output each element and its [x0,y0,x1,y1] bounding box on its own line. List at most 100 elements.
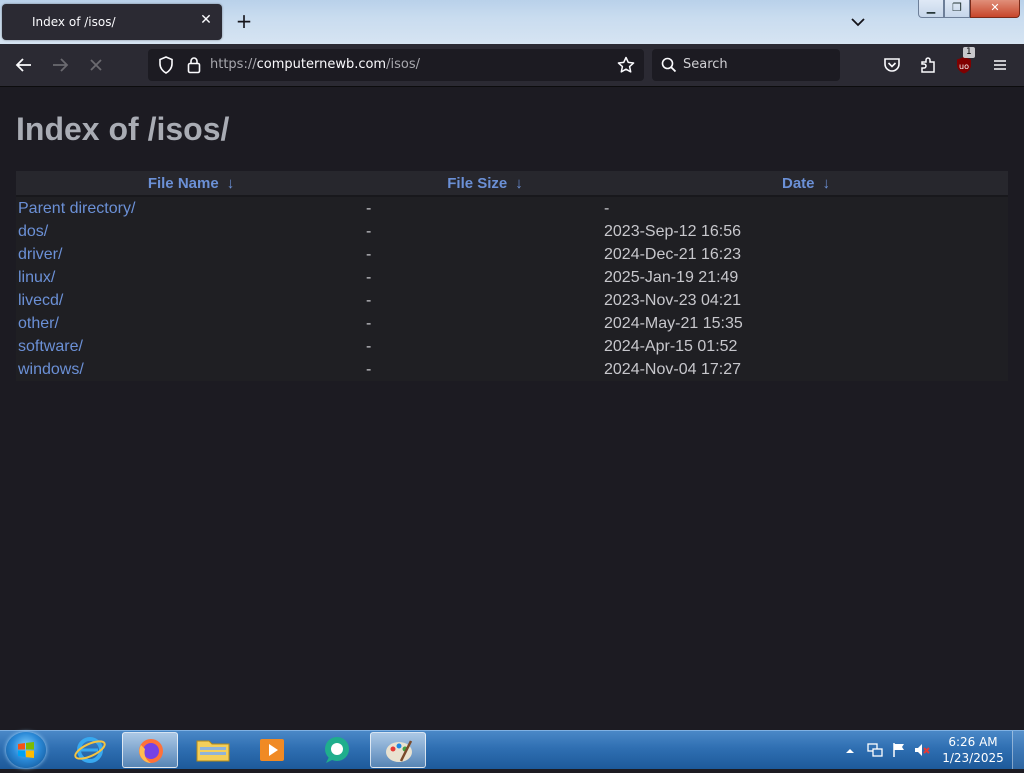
search-icon [661,57,677,73]
file-name-cell: driver/ [16,243,366,266]
file-name-cell: software/ [16,335,366,358]
file-date-cell: - [604,199,610,217]
network-icon[interactable] [866,741,884,759]
file-name-cell: Parent directory/ [16,196,366,220]
file-size: - [366,291,372,309]
file-name-cell: windows/ [16,358,366,381]
tracking-protection-shield-icon[interactable] [156,55,176,75]
file-size-cell: - [366,335,604,358]
extension-badge: 1 [963,47,975,58]
table-header-row: File Name ↓ File Size ↓ Date ↓ [16,171,1008,197]
file-name-cell: other/ [16,312,366,335]
file-size: - [366,337,372,355]
lock-icon[interactable] [184,55,204,75]
firefox-icon[interactable] [122,732,178,768]
clock-time: 6:26 AM [948,735,998,749]
maximize-icon[interactable]: ❐ [944,0,970,18]
tab-title: Index of /isos/ [32,15,116,29]
file-date-cell: 2023-Sep-12 16:56 [604,222,741,240]
table-row: dos/ - 2023-Sep-12 16:56 [16,220,1008,243]
file-size-cell: - [366,220,604,243]
file-date-cell: 2024-May-21 15:35 [604,314,743,332]
url-scheme: https:// [210,57,257,72]
table-row: Parent directory/ - - [16,196,1008,220]
table-row: other/ - 2024-May-21 15:35 [16,312,1008,335]
file-date-cell: 2023-Nov-23 04:21 [604,291,741,309]
svg-text:uo: uo [959,62,969,71]
file-size-cell: - [366,243,604,266]
show-desktop-button[interactable] [1012,731,1024,769]
file-date-cell: 2024-Apr-15 01:52 [604,337,738,355]
tab-close-icon[interactable]: ✕ [198,12,214,28]
column-label: File Size [447,174,508,192]
url-text[interactable]: https://computernewb.com/isos/ [210,57,420,72]
file-size-cell: - [366,358,604,381]
file-size-cell: - [366,289,604,312]
file-date-cell: 2025-Jan-19 21:49 [604,268,739,286]
file-size-cell: - [366,266,604,289]
internet-explorer-icon[interactable] [62,732,118,768]
file-link[interactable]: driver/ [18,246,62,263]
sort-arrow-icon: ↓ [822,174,831,192]
file-date-cell: 2024-Nov-04 17:27 [604,360,741,378]
column-label: Date [781,174,815,192]
column-header-file-size[interactable]: File Size ↓ [366,171,604,197]
page-title: Index of /isos/ [16,111,230,147]
media-player-icon[interactable] [244,732,300,768]
file-size: - [366,245,372,263]
taskbar-clock[interactable]: 6:26 AM 1/23/2025 [926,734,1020,766]
windows-taskbar: 6:26 AM 1/23/2025 [0,730,1024,769]
file-date-cell: 2024-Dec-21 16:23 [604,245,741,263]
clock-date: 1/23/2025 [942,751,1004,765]
start-button[interactable] [6,732,46,768]
column-label: File Name [147,174,219,192]
file-name-cell: linux/ [16,266,366,289]
new-tab-button[interactable]: + [234,10,254,32]
url-bar[interactable]: https://computernewb.com/isos/ [148,49,644,81]
url-host: computernewb.com [256,57,387,72]
file-link[interactable]: dos/ [18,223,48,240]
url-path: /isos/ [386,57,420,72]
pocket-icon[interactable] [881,54,903,76]
windows-logo-icon [18,742,34,758]
forward-icon[interactable] [49,54,71,76]
search-box[interactable]: Search [652,49,840,81]
action-center-flag-icon[interactable] [890,741,908,759]
directory-listing-table: File Name ↓ File Size ↓ Date ↓ Parent direc… [16,171,1008,381]
column-header-file-name[interactable]: File Name ↓ [16,171,366,197]
back-icon[interactable] [13,54,35,76]
table-row: driver/ - 2024-Dec-21 16:23 [16,243,1008,266]
file-name-cell: livecd/ [16,289,366,312]
file-size: - [366,268,372,286]
navigation-toolbar: https://computernewb.com/isos/ Search uo… [0,44,1024,87]
chat-icon[interactable] [309,732,365,768]
file-size: - [366,314,372,332]
window-controls: ▁ ❐ ✕ [918,0,1022,18]
browser-tab[interactable]: Index of /isos/ ✕ [2,4,222,40]
file-link[interactable]: livecd/ [18,292,63,309]
browser-titlebar: Index of /isos/ ✕ + ▁ ❐ ✕ [0,0,1024,44]
list-all-tabs-icon[interactable] [848,12,868,32]
file-link[interactable]: linux/ [18,269,55,286]
file-link[interactable]: Parent directory/ [18,200,135,217]
paint-icon[interactable] [370,732,426,768]
extensions-icon[interactable] [917,54,939,76]
minimize-icon[interactable]: ▁ [918,0,944,18]
ublock-origin-icon[interactable]: uo 1 [953,47,975,76]
file-link[interactable]: software/ [18,338,83,355]
table-row: windows/ - 2024-Nov-04 17:27 [16,358,1008,381]
show-hidden-icons-icon[interactable] [843,743,857,757]
search-placeholder: Search [683,57,728,72]
file-link[interactable]: other/ [18,315,59,332]
column-header-date[interactable]: Date ↓ [604,171,1008,197]
close-window-icon[interactable]: ✕ [970,0,1020,18]
stop-loading-icon[interactable] [85,54,107,76]
file-name-cell: dos/ [16,220,366,243]
bookmark-star-icon[interactable] [616,55,636,75]
file-link[interactable]: windows/ [18,361,84,378]
table-row: linux/ - 2025-Jan-19 21:49 [16,266,1008,289]
table-row: livecd/ - 2023-Nov-23 04:21 [16,289,1008,312]
menu-hamburger-icon[interactable] [989,54,1011,76]
file-explorer-icon[interactable] [185,732,241,768]
sort-arrow-icon: ↓ [515,174,523,192]
